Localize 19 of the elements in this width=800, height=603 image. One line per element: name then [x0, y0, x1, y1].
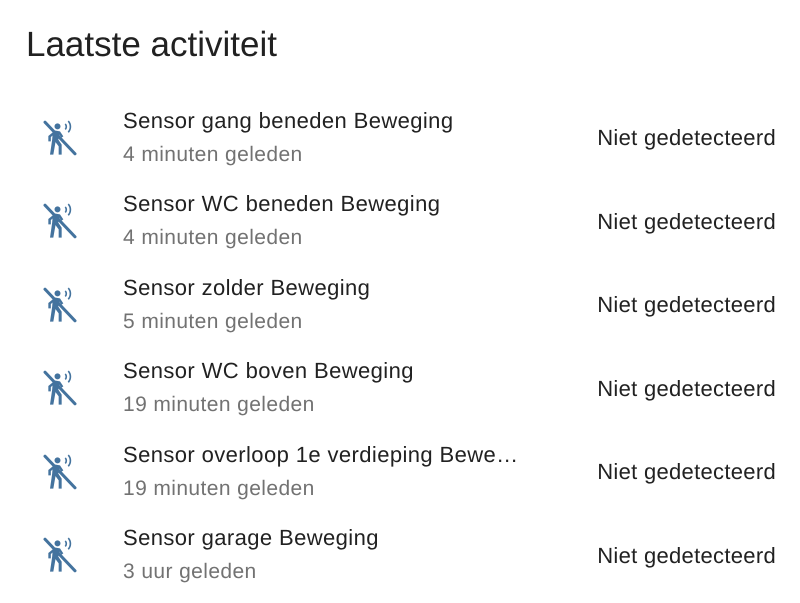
entity-name: Sensor garage Beweging [123, 524, 380, 552]
entity-name: Sensor gang beneden Beweging [123, 106, 454, 135]
entity-name: Sensor WC beneden Beweging [123, 190, 442, 218]
card-title: Laatste activiteit [26, 24, 277, 66]
last-changed-time: 4 minuten geleden [123, 225, 304, 252]
last-changed-time: 4 minuten geleden [123, 142, 304, 168]
last-changed-time: 5 minuten geleden [123, 308, 304, 335]
entity-state: Niet gedetecteerd [597, 542, 776, 570]
last-changed-time: 3 uur geleden [123, 559, 258, 586]
last-changed-time: 19 minuten geleden [123, 392, 316, 418]
entity-state: Niet gedetecteerd [597, 291, 776, 320]
last-changed-time: 19 minuten geleden [123, 476, 316, 502]
entity-name: Sensor overloop 1e verdieping Bewe… [123, 440, 520, 469]
entity-name: Sensor WC boven Beweging [123, 357, 415, 386]
entity-name: Sensor zolder Beweging [123, 274, 372, 302]
entity-state: Niet gedetecteerd [597, 374, 776, 403]
entity-state: Niet gedetecteerd [597, 458, 776, 486]
entity-state: Niet gedetecteerd [597, 124, 776, 152]
entity-state: Niet gedetecteerd [597, 208, 776, 236]
